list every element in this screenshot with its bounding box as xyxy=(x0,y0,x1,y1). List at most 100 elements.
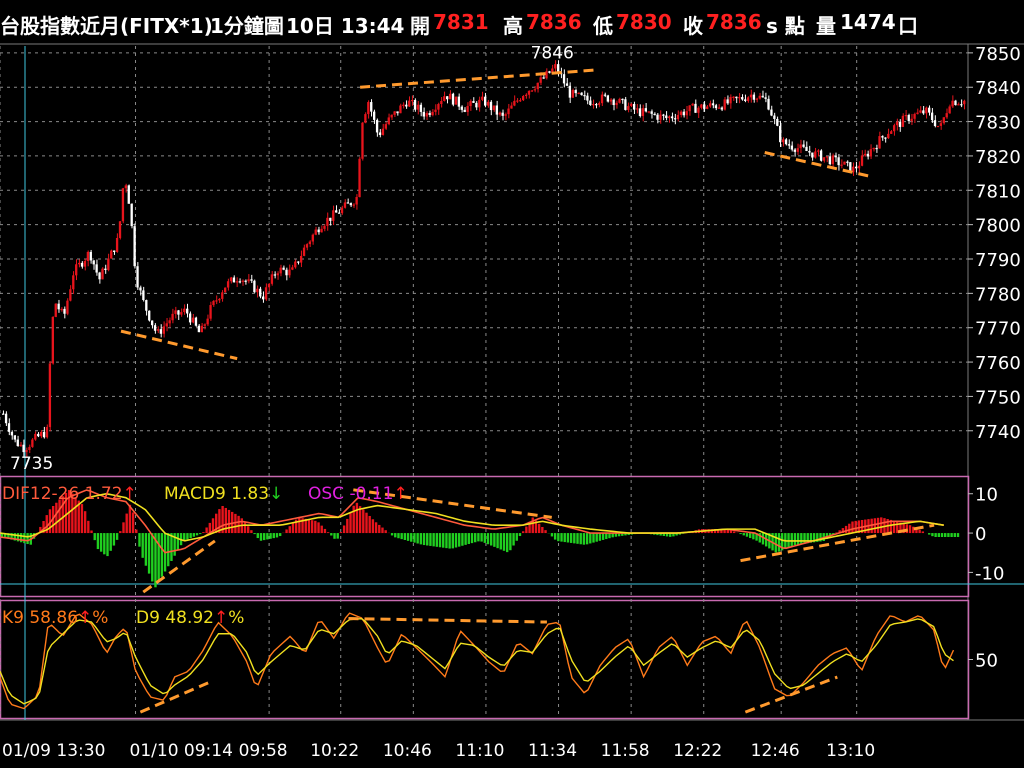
candle-body[interactable] xyxy=(133,226,136,267)
candle-body[interactable] xyxy=(697,107,700,113)
candle-body[interactable] xyxy=(802,144,805,147)
candle-body[interactable] xyxy=(881,136,884,138)
candle-body[interactable] xyxy=(831,155,834,165)
candle-body[interactable] xyxy=(446,96,449,100)
candle-body[interactable] xyxy=(957,104,960,106)
chart-area[interactable]: 7735 7846 01/09 13:30 01/10 09:14 09:58 10:2… xyxy=(0,0,1024,768)
candle-body[interactable] xyxy=(443,96,446,101)
candle-body[interactable] xyxy=(726,99,729,104)
candle-body[interactable] xyxy=(898,121,902,127)
candle-body[interactable] xyxy=(194,317,198,326)
candle-body[interactable] xyxy=(410,99,414,102)
candle-body[interactable] xyxy=(507,108,510,115)
candle-body[interactable] xyxy=(180,312,183,315)
kd-trendline[interactable] xyxy=(348,617,547,624)
candle-body[interactable] xyxy=(174,310,177,314)
candle-body[interactable] xyxy=(244,280,247,282)
candle-body[interactable] xyxy=(627,106,630,110)
candle-body[interactable] xyxy=(542,77,545,79)
candle-body[interactable] xyxy=(597,103,601,105)
candle-body[interactable] xyxy=(486,101,490,106)
candle-body[interactable] xyxy=(384,124,387,129)
candle-body[interactable] xyxy=(650,111,653,114)
candle-body[interactable] xyxy=(478,99,481,108)
candle-body[interactable] xyxy=(162,326,165,334)
candle-body[interactable] xyxy=(562,74,566,84)
candle-body[interactable] xyxy=(314,229,317,235)
candle-body[interactable] xyxy=(425,113,428,117)
candle-body[interactable] xyxy=(568,85,572,98)
candle-body[interactable] xyxy=(19,444,22,447)
candle-body[interactable] xyxy=(121,188,125,222)
candle-body[interactable] xyxy=(787,144,791,146)
candle-body[interactable] xyxy=(355,197,358,205)
candle-body[interactable] xyxy=(197,325,201,333)
candle-body[interactable] xyxy=(513,100,516,106)
candle-body[interactable] xyxy=(311,234,314,242)
candle-body[interactable] xyxy=(676,114,680,120)
candle-body[interactable] xyxy=(16,439,19,447)
candle-body[interactable] xyxy=(703,104,706,109)
candle-body[interactable] xyxy=(39,432,43,437)
candle-body[interactable] xyxy=(749,94,753,98)
candle-body[interactable] xyxy=(603,94,607,96)
candle-body[interactable] xyxy=(352,204,355,206)
candle-body[interactable] xyxy=(472,101,475,103)
candle-body[interactable] xyxy=(186,308,189,314)
candle-body[interactable] xyxy=(936,125,940,128)
candle-body[interactable] xyxy=(302,247,306,256)
candle-body[interactable] xyxy=(72,275,75,290)
candle-body[interactable] xyxy=(63,308,66,314)
candle-body[interactable] xyxy=(212,300,215,306)
candle-body[interactable] xyxy=(895,121,899,126)
price-trendline[interactable] xyxy=(359,68,596,89)
candle-body[interactable] xyxy=(454,96,458,105)
candle-body[interactable] xyxy=(136,266,139,288)
candle-body[interactable] xyxy=(75,264,78,276)
candle-body[interactable] xyxy=(250,279,253,281)
candle-body[interactable] xyxy=(221,292,224,299)
candle-body[interactable] xyxy=(159,329,163,334)
candle-body[interactable] xyxy=(396,111,399,114)
candle-body[interactable] xyxy=(498,112,501,115)
candle-body[interactable] xyxy=(743,99,747,101)
candle-body[interactable] xyxy=(583,95,586,97)
candle-body[interactable] xyxy=(504,114,507,116)
candle-body[interactable] xyxy=(866,153,869,157)
candle-body[interactable] xyxy=(308,241,312,245)
candle-body[interactable] xyxy=(273,274,276,276)
candle-body[interactable] xyxy=(600,94,604,104)
candle-body[interactable] xyxy=(933,120,937,127)
candle-body[interactable] xyxy=(884,137,887,139)
candle-body[interactable] xyxy=(466,106,469,112)
candle-body[interactable] xyxy=(288,269,291,276)
candle-body[interactable] xyxy=(437,104,440,110)
candle-body[interactable] xyxy=(320,228,323,233)
candle-body[interactable] xyxy=(448,93,452,100)
candle-body[interactable] xyxy=(28,446,31,451)
candle-body[interactable] xyxy=(872,147,875,150)
macd-panel[interactable] xyxy=(0,488,960,594)
candle-body[interactable] xyxy=(469,101,472,107)
candle-body[interactable] xyxy=(817,150,820,152)
candle-body[interactable] xyxy=(451,93,455,105)
candle-body[interactable] xyxy=(758,95,761,99)
candle-body[interactable] xyxy=(530,90,534,92)
candle-body[interactable] xyxy=(624,99,627,110)
candle-body[interactable] xyxy=(124,185,128,189)
candle-body[interactable] xyxy=(127,185,130,204)
kd-panel[interactable] xyxy=(0,612,955,714)
candle-body[interactable] xyxy=(773,115,776,119)
candle-body[interactable] xyxy=(200,325,203,333)
candle-body[interactable] xyxy=(539,77,542,83)
candle-body[interactable] xyxy=(206,318,209,325)
candle-body[interactable] xyxy=(954,100,957,106)
candle-body[interactable] xyxy=(323,225,326,229)
candle-body[interactable] xyxy=(612,99,615,106)
candle-body[interactable] xyxy=(770,109,773,116)
kd-trendline[interactable] xyxy=(744,675,838,714)
candle-body[interactable] xyxy=(673,118,677,120)
candle-body[interactable] xyxy=(875,147,878,150)
candle-body[interactable] xyxy=(343,202,347,208)
candle-body[interactable] xyxy=(390,114,393,118)
